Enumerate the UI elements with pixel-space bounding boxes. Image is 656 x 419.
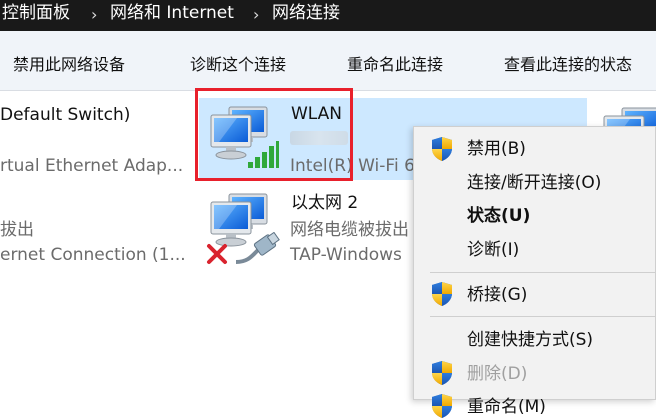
adapter-default-switch-name[interactable]: Default Switch)	[0, 104, 130, 126]
view-status-button[interactable]: 查看此连接的状态	[504, 55, 632, 75]
breadcrumb-separator-icon[interactable]: ›	[253, 5, 259, 25]
menu-item-bridge[interactable]: 桥接(G)	[467, 284, 527, 306]
breadcrumb-network-internet[interactable]: 网络和 Internet	[110, 3, 234, 23]
diagnose-connection-button[interactable]: 诊断这个连接	[190, 55, 286, 75]
menu-separator	[430, 316, 656, 317]
adapter-default-switch-desc: rtual Ethernet Adap...	[0, 156, 184, 176]
adapter-left-desc: ernet Connection (1...	[0, 245, 186, 265]
breadcrumb-separator-icon[interactable]: ›	[91, 5, 97, 25]
menu-item-rename[interactable]: 重命名(M)	[467, 396, 546, 418]
address-bar: 控制面板 › 网络和 Internet › 网络连接	[0, 0, 656, 31]
adapter-ethernet-2-status: 网络电缆被拔出	[290, 220, 409, 240]
wlan-highlight-box	[195, 88, 353, 181]
rename-connection-button[interactable]: 重命名此连接	[347, 55, 443, 75]
menu-item-disable[interactable]: 禁用(B)	[467, 138, 526, 160]
command-toolbar: 禁用此网络设备 诊断这个连接 重命名此连接 查看此连接的状态	[0, 31, 656, 91]
uac-shield-icon	[430, 360, 454, 386]
disconnected-x-icon	[207, 244, 227, 264]
adapter-left-status: 拔出	[0, 220, 34, 240]
context-menu: 禁用(B) 连接/断开连接(O) 状态(U) 诊断(I) 桥接(G) 创建快捷方…	[413, 126, 656, 400]
adapter-ethernet-2-name: 以太网 2	[291, 193, 359, 213]
disable-device-button[interactable]: 禁用此网络设备	[13, 55, 125, 75]
uac-shield-icon	[430, 281, 454, 307]
menu-separator	[430, 272, 656, 273]
menu-item-connect-disconnect[interactable]: 连接/断开连接(O)	[467, 172, 601, 194]
uac-shield-icon	[430, 136, 454, 162]
menu-item-status[interactable]: 状态(U)	[467, 205, 530, 227]
menu-item-delete[interactable]: 删除(D)	[467, 363, 527, 385]
adapter-ethernet-2-desc: TAP-Windows	[290, 245, 402, 265]
menu-item-create-shortcut[interactable]: 创建快捷方式(S)	[467, 329, 593, 351]
breadcrumb-control-panel[interactable]: 控制面板	[2, 3, 70, 23]
uac-shield-icon	[430, 393, 454, 419]
menu-item-diagnose[interactable]: 诊断(I)	[467, 239, 519, 261]
network-cable-icon	[235, 232, 280, 264]
breadcrumb-network-connections[interactable]: 网络连接	[272, 3, 340, 23]
